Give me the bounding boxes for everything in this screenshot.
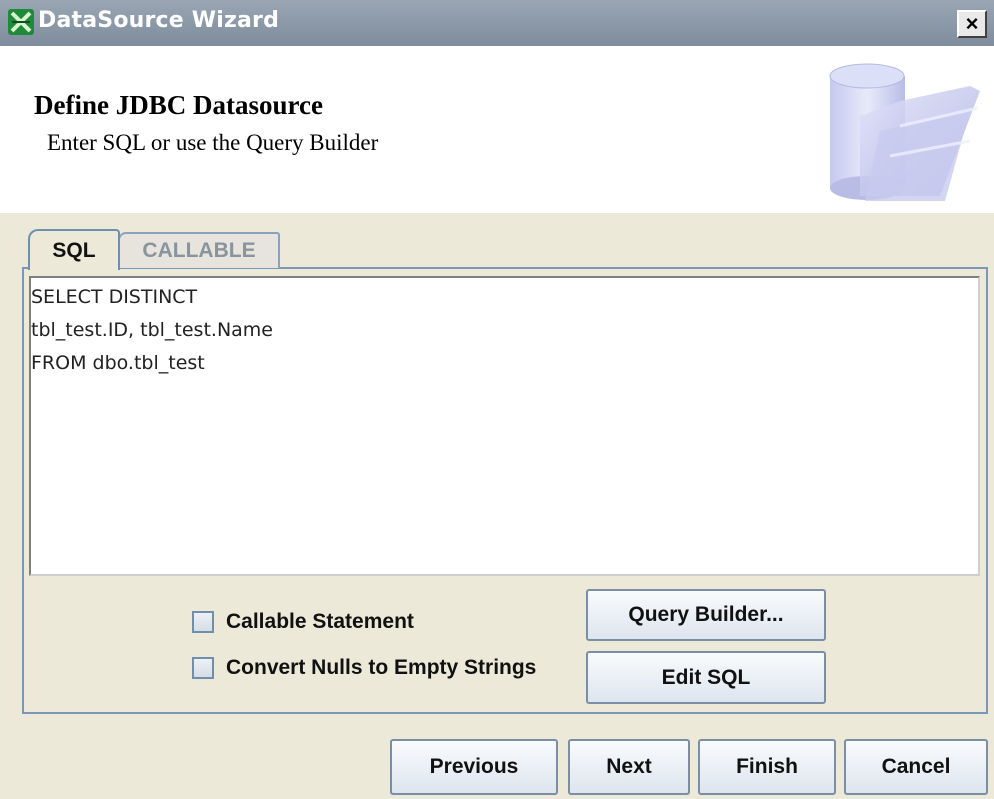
title-bar: DataSource Wizard ×	[0, 0, 994, 46]
sql-line: tbl_test.ID, tbl_test.Name	[31, 319, 273, 341]
window-title: DataSource Wizard	[38, 8, 280, 33]
tab-callable[interactable]: CALLABLE	[118, 232, 280, 268]
sql-line: SELECT DISTINCT	[31, 286, 198, 308]
tab-callable-label: CALLABLE	[142, 239, 256, 262]
sql-textarea[interactable]: SELECT DISTINCT tbl_test.ID, tbl_test.Na…	[29, 276, 980, 576]
query-builder-button[interactable]: Query Builder...	[586, 589, 826, 641]
callable-statement-checkbox[interactable]	[192, 611, 214, 633]
wizard-header: Define JDBC Datasource Enter SQL or use …	[0, 46, 994, 213]
tab-sql[interactable]: SQL	[28, 229, 120, 270]
page-subtitle: Enter SQL or use the Query Builder	[47, 130, 379, 155]
sql-line: FROM dbo.tbl_test	[31, 352, 205, 374]
tab-sql-label: SQL	[52, 238, 96, 262]
close-icon: ×	[965, 11, 979, 36]
page-title: Define JDBC Datasource	[34, 90, 323, 120]
convert-nulls-label: Convert Nulls to Empty Strings	[226, 656, 537, 679]
next-button[interactable]: Next	[568, 739, 690, 795]
convert-nulls-option[interactable]: Convert Nulls to Empty Strings	[192, 656, 536, 680]
convert-nulls-checkbox[interactable]	[192, 657, 214, 679]
database-folder-icon	[829, 63, 980, 201]
close-button[interactable]: ×	[957, 10, 987, 38]
callable-statement-label: Callable Statement	[226, 610, 414, 633]
edit-sql-button[interactable]: Edit SQL	[586, 651, 826, 704]
cancel-button[interactable]: Cancel	[844, 739, 988, 795]
finish-button[interactable]: Finish	[698, 739, 836, 795]
previous-button[interactable]: Previous	[390, 739, 558, 795]
callable-statement-option[interactable]: Callable Statement	[192, 610, 414, 634]
app-icon	[8, 9, 34, 35]
